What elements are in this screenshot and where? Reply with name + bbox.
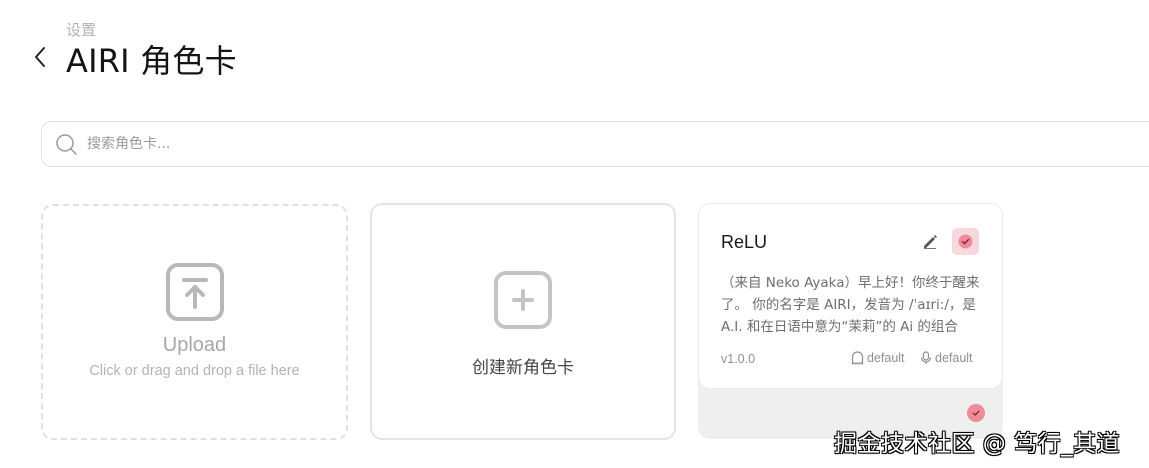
search-icon (56, 134, 77, 155)
create-character-card[interactable]: 创建新角色卡 (370, 203, 676, 440)
voice-model: default (920, 351, 973, 365)
watermark: 掘金技术社区 @ 笃行_其道 (834, 431, 1121, 457)
back-button[interactable] (30, 43, 50, 71)
upload-icon (165, 263, 224, 321)
upload-subtitle: Click or drag and drop a file here (89, 363, 300, 379)
character-description: （来自 Neko Ayaka）早上好！你终于醒来了。 你的名字是 AIRI，发音… (721, 275, 980, 335)
character-card[interactable]: ReLU （来自 Neko Ayaka）早上好！你终于醒来了。 你的名字是 AI… (698, 203, 1003, 439)
page-title: AIRI 角色卡 (66, 42, 237, 80)
plus-icon (494, 271, 552, 329)
create-character-label: 创建新角色卡 (472, 358, 574, 378)
select-button[interactable] (952, 228, 979, 255)
microphone-icon (920, 351, 932, 364)
character-name: ReLU (721, 232, 768, 252)
chevron-left-icon (35, 47, 45, 67)
ghost-icon (851, 351, 864, 365)
character-card-body: ReLU （来自 Neko Ayaka）早上好！你终于醒来了。 你的名字是 AI… (698, 203, 1003, 389)
voice-label: default (935, 351, 973, 365)
check-icon (972, 410, 980, 416)
pencil-icon (924, 235, 937, 249)
consciousness-label: default (867, 351, 905, 365)
character-version: v1.0.0 (721, 352, 756, 366)
check-circle-icon (958, 234, 973, 249)
upload-title: Upload (162, 334, 227, 356)
edit-button[interactable] (921, 232, 939, 250)
selected-indicator (967, 404, 985, 422)
upload-card[interactable]: Upload Click or drag and drop a file her… (41, 204, 348, 440)
search-input[interactable] (87, 136, 987, 152)
consciousness-model: default (851, 351, 905, 365)
search-box[interactable] (41, 121, 1149, 167)
